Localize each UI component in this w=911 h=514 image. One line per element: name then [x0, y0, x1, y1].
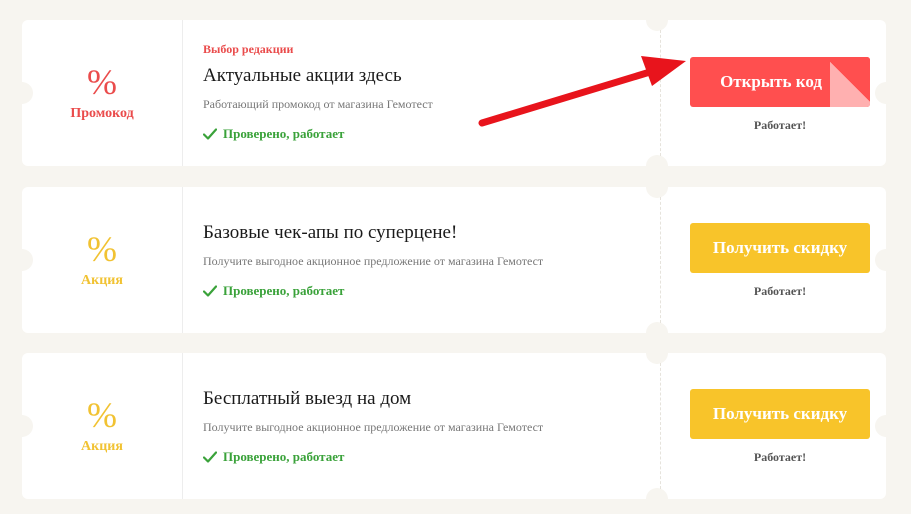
- get-discount-button[interactable]: Получить скидку: [690, 223, 870, 273]
- offer-type-label: Акция: [81, 273, 123, 288]
- editors-choice-badge: Выбор редакции: [203, 42, 294, 56]
- offer-type-label: Промокод: [70, 106, 134, 121]
- percent-icon: %: [87, 62, 117, 102]
- check-icon: [203, 451, 217, 463]
- offer-info: Бесплатный выезд на дом Получите выгодно…: [203, 353, 663, 499]
- offer-type-label: Акция: [81, 439, 123, 454]
- offer-description: Получите выгодное акционное предложение …: [203, 254, 544, 268]
- verified-status: Проверено, работает: [203, 283, 344, 299]
- open-code-button[interactable]: Открыть код: [690, 57, 870, 107]
- divider: [660, 197, 661, 323]
- verified-status: Проверено, работает: [203, 126, 344, 142]
- check-icon: [203, 128, 217, 140]
- verified-text: Проверено, работает: [223, 449, 345, 464]
- open-code-label: Открыть код: [720, 72, 822, 91]
- offer-title: Актуальные акции здесь: [203, 65, 402, 86]
- offer-description: Работающий промокод от магазина Гемотест: [203, 97, 433, 111]
- offer-card-checkups: % Акция Базовые чек-апы по суперцене! По…: [11, 176, 897, 344]
- divider: [660, 363, 661, 489]
- offer-card-promo: % Промокод Выбор редакции Актуальные акц…: [11, 9, 897, 177]
- works-status: Работает!: [753, 118, 807, 132]
- works-status: Работает!: [753, 450, 807, 464]
- offer-info: Выбор редакции Актуальные акции здесь Ра…: [203, 20, 663, 166]
- offer-description: Получите выгодное акционное предложение …: [203, 420, 544, 434]
- offer-title: Базовые чек-апы по суперцене!: [203, 222, 458, 243]
- offer-info: Базовые чек-апы по суперцене! Получите в…: [203, 187, 663, 333]
- offer-card-home-visit: % Акция Бесплатный выезд на дом Получите…: [11, 342, 897, 510]
- offer-title: Бесплатный выезд на дом: [203, 388, 412, 409]
- percent-icon: %: [87, 229, 117, 269]
- code-peel-corner: [830, 57, 870, 107]
- check-icon: [203, 285, 217, 297]
- percent-icon: %: [87, 395, 117, 435]
- offer-type-block: % Промокод: [22, 20, 183, 166]
- divider: [660, 30, 661, 156]
- verified-status: Проверено, работает: [203, 449, 344, 465]
- verified-text: Проверено, работает: [223, 126, 345, 141]
- offer-type-block: % Акция: [22, 353, 183, 499]
- verified-text: Проверено, работает: [223, 283, 345, 298]
- works-status: Работает!: [753, 284, 807, 298]
- get-discount-button[interactable]: Получить скидку: [690, 389, 870, 439]
- offer-type-block: % Акция: [22, 187, 183, 333]
